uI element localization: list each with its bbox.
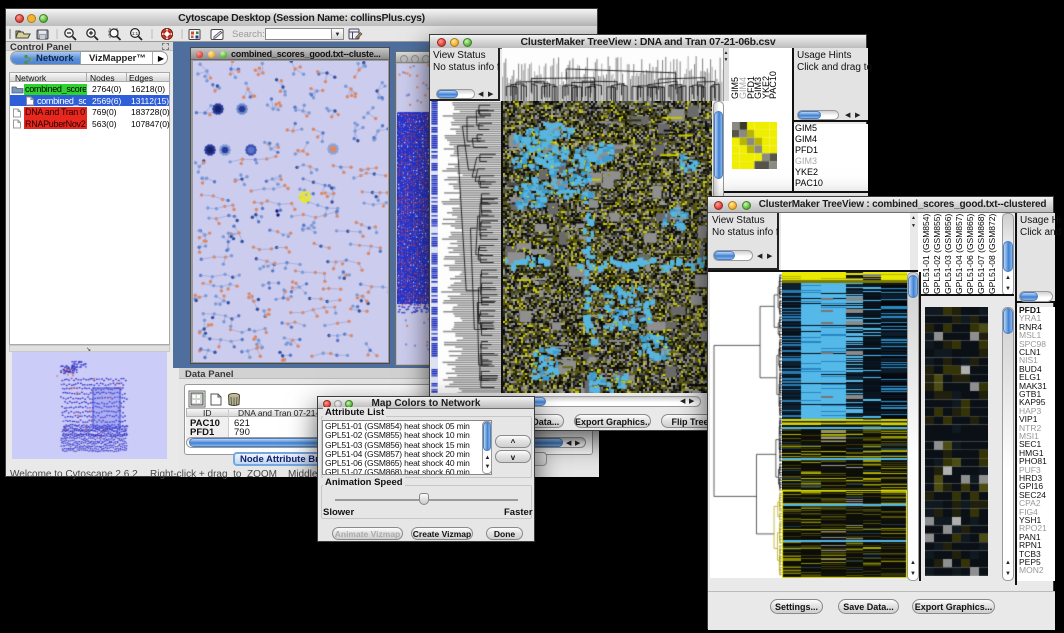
svg-text:1:1: 1:1 (132, 31, 139, 36)
